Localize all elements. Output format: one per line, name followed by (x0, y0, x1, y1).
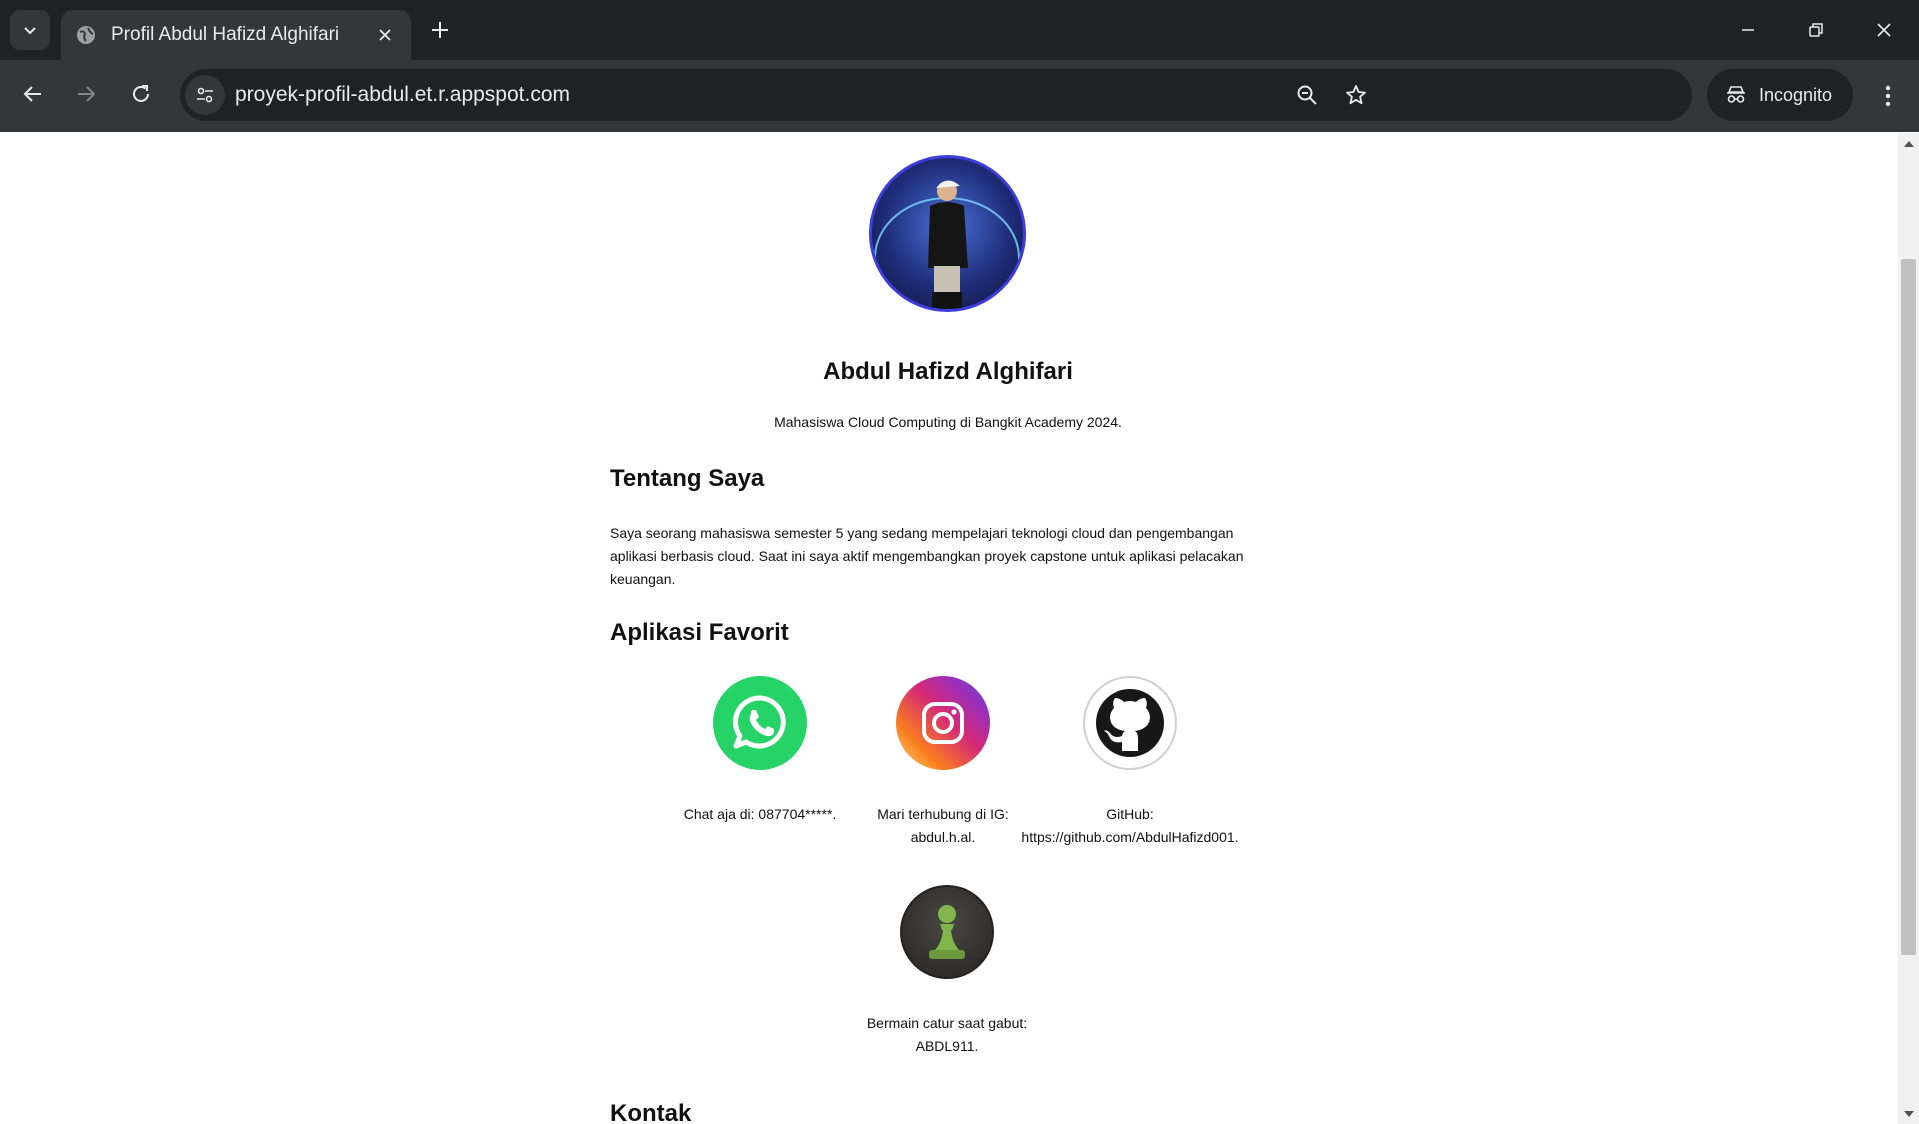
tab-search-button[interactable] (10, 10, 50, 50)
more-vert-icon (1885, 85, 1891, 107)
caption-line: Bermain catur saat gabut: (866, 1015, 1028, 1031)
caption-line: GitHub: (1106, 806, 1154, 822)
back-button[interactable] (13, 74, 53, 114)
github-icon[interactable] (1083, 676, 1177, 770)
browser-menu-button[interactable] (1868, 76, 1908, 116)
chess-icon[interactable] (900, 885, 994, 979)
close-window-button[interactable] (1850, 0, 1918, 60)
restore-button[interactable] (1782, 0, 1850, 60)
restore-icon (1809, 23, 1823, 37)
page-viewport: Abdul Hafizd Alghifari Mahasiswa Cloud C… (0, 133, 1898, 1124)
new-tab-button[interactable] (423, 13, 457, 47)
caption-line: https://github.com/AbdulHafizd001. (1021, 829, 1239, 845)
close-tab-icon[interactable] (373, 23, 397, 47)
reload-icon (133, 85, 149, 102)
address-bar[interactable]: proyek-profil-abdul.et.r.appspot.com (180, 69, 1692, 121)
scrollbar-thumb[interactable] (1901, 259, 1916, 955)
globe-icon (75, 24, 97, 46)
contact-heading: Kontak (610, 1100, 692, 1124)
incognito-label: Incognito (1759, 84, 1833, 105)
about-heading: Tentang Saya (610, 465, 765, 492)
close-icon (1877, 23, 1891, 37)
profile-description: Mahasiswa Cloud Computing di Bangkit Aca… (774, 414, 1122, 430)
caption-line: ABDL911. (915, 1038, 979, 1054)
favorites-heading: Aplikasi Favorit (610, 619, 789, 646)
site-info-button[interactable] (185, 75, 225, 115)
bookmark-star-icon[interactable] (1340, 79, 1372, 111)
reload-button[interactable] (121, 74, 161, 114)
active-tab[interactable]: Profil Abdul Hafizd Alghifari (61, 10, 411, 60)
whatsapp-icon[interactable] (713, 676, 807, 770)
arrow-right-icon (78, 86, 96, 102)
favorite-caption: GitHub: https://github.com/AbdulHafizd00… (1020, 803, 1240, 849)
profile-picture (869, 155, 1026, 312)
arrow-left-icon (23, 86, 41, 102)
chevron-down-icon (24, 27, 36, 35)
favorite-caption: Bermain catur saat gabut: ABDL911. (837, 1012, 1057, 1058)
plus-icon (432, 22, 448, 38)
favorite-app-github: GitHub: https://github.com/AbdulHafizd00… (1020, 676, 1240, 849)
incognito-badge[interactable]: Incognito (1707, 69, 1853, 121)
favorite-app-chess: Bermain catur saat gabut: ABDL911. (837, 885, 1057, 1058)
scroll-down-arrow-icon[interactable] (1898, 1106, 1919, 1122)
profile-name: Abdul Hafizd Alghifari (823, 358, 1073, 385)
tune-icon (197, 87, 213, 103)
minimize-button[interactable] (1714, 0, 1782, 60)
browser-tab-bar: Profil Abdul Hafizd Alghifari (0, 0, 1919, 60)
scroll-up-arrow-icon[interactable] (1898, 135, 1919, 151)
incognito-icon (1727, 86, 1745, 103)
about-text: Saya seorang mahasiswa semester 5 yang s… (610, 525, 1244, 587)
url-text[interactable]: proyek-profil-abdul.et.r.appspot.com (235, 69, 570, 121)
forward-button[interactable] (66, 74, 106, 114)
minimize-icon (1742, 29, 1754, 31)
vertical-scrollbar[interactable] (1898, 133, 1919, 1124)
zoom-icon[interactable] (1291, 79, 1323, 111)
instagram-icon[interactable] (896, 676, 990, 770)
browser-toolbar: proyek-profil-abdul.et.r.appspot.com Inc… (0, 60, 1919, 193)
tab-title: Profil Abdul Hafizd Alghifari (111, 24, 340, 45)
